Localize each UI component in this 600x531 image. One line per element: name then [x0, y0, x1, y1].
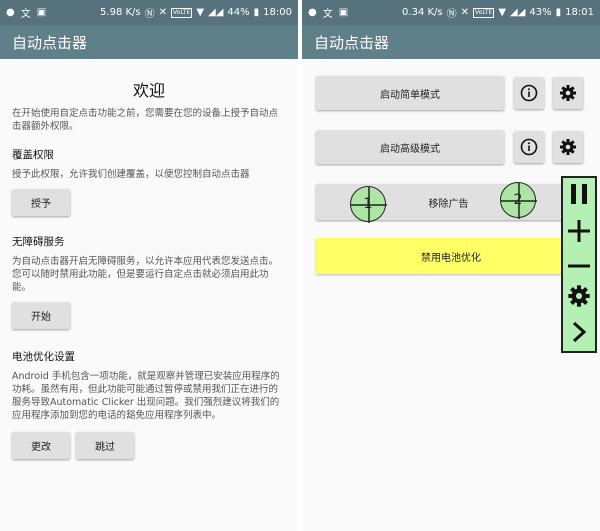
advanced-settings-button[interactable]: [553, 131, 583, 163]
signal-icon: ◢◢: [208, 7, 224, 18]
status-bar: ● 文 ▣ 0.34 K/s Ⓝ ✕ VoLTE ▼ ◢◢ 43% ▮ 18:0…: [302, 0, 600, 25]
target-number: 2: [513, 192, 523, 208]
translate-icon: 文: [322, 9, 333, 20]
right-screen: ● 文 ▣ 0.34 K/s Ⓝ ✕ VoLTE ▼ ◢◢ 43% ▮ 18:0…: [302, 0, 600, 531]
left-screen: ● 文 ▣ 5.98 K/s Ⓝ ✕ VoLTE ▼ ◢◢ 44% ▮ 18:0…: [0, 0, 298, 531]
info-icon: [520, 84, 538, 102]
click-target-2[interactable]: 2: [500, 182, 537, 219]
pause-icon: [571, 184, 587, 205]
click-target-1[interactable]: 1: [350, 186, 387, 223]
simple-info-button[interactable]: [514, 77, 544, 109]
wifi-icon: ▼: [498, 7, 507, 18]
image-icon: ▣: [338, 7, 349, 18]
gear-icon: [568, 285, 590, 307]
change-button[interactable]: 更改: [12, 432, 70, 459]
clock: 18:01: [565, 7, 594, 18]
simple-mode-button[interactable]: 启动简单模式: [316, 76, 504, 110]
floating-control-panel: [561, 176, 597, 353]
plus-icon: [568, 220, 590, 243]
advanced-info-button[interactable]: [514, 131, 544, 163]
battery-desc: Android 手机包含一项功能，就是观察并管理已安装应用程序的功耗。虽然有用，…: [12, 371, 280, 421]
grant-button[interactable]: 授予: [12, 189, 70, 216]
info-icon: [520, 138, 538, 156]
nfc-icon: Ⓝ: [144, 9, 155, 20]
status-bar: ● 文 ▣ 5.98 K/s Ⓝ ✕ VoLTE ▼ ◢◢ 44% ▮ 18:0…: [0, 0, 298, 25]
welcome-heading: 欢迎: [132, 81, 165, 100]
volte-badge: VoLTE: [171, 7, 193, 18]
app-title: 自动点击器: [12, 33, 88, 52]
battery-title: 电池优化设置: [12, 351, 75, 363]
skip-button[interactable]: 跳过: [76, 432, 134, 459]
app-bar: 自动点击器: [302, 25, 600, 59]
collapse-panel-button[interactable]: [571, 321, 587, 347]
chat-icon: ●: [6, 7, 15, 18]
nfc-icon: Ⓝ: [446, 9, 457, 20]
gear-icon: [560, 139, 576, 155]
volte-badge: VoLTE: [473, 7, 495, 18]
accessibility-desc: 为自动点击器开启无障碍服务，以允许本应用代表您发送点击。您可以随时禁用此功能，但…: [12, 256, 279, 293]
minus-icon: [568, 264, 590, 268]
start-button[interactable]: 开始: [12, 302, 70, 329]
app-bar: 自动点击器: [0, 25, 298, 59]
battery-level: 43%: [529, 7, 552, 18]
network-speed: 5.98 K/s: [100, 7, 141, 18]
battery-icon: ▮: [253, 7, 260, 18]
simple-settings-button[interactable]: [553, 77, 583, 109]
chevron-right-icon: [572, 321, 587, 342]
signal-icon: ◢◢: [510, 7, 526, 18]
clock: 18:00: [263, 7, 292, 18]
image-icon: ▣: [36, 7, 47, 18]
battery-icon: ▮: [555, 7, 562, 18]
mute-icon: ✕: [158, 7, 168, 18]
translate-icon: 文: [20, 9, 31, 20]
remove-target-button[interactable]: [567, 256, 591, 275]
accessibility-title: 无障碍服务: [12, 236, 65, 248]
wifi-icon: ▼: [196, 7, 205, 18]
battery-level: 44%: [227, 7, 250, 18]
pause-button[interactable]: [568, 182, 590, 210]
gear-icon: [560, 85, 576, 101]
advanced-mode-button[interactable]: 启动高级模式: [316, 130, 504, 164]
chat-icon: ●: [308, 7, 317, 18]
permissions-content: 欢迎 在开始使用自定点击功能之前，您需要在您的设备上授予自动点击器额外权限。 覆…: [0, 59, 298, 469]
overlay-desc: 授予此权限，允许我们创建覆盖，以便您控制自动点击器: [12, 169, 250, 180]
network-speed: 0.34 K/s: [402, 7, 443, 18]
target-number: 1: [363, 196, 373, 212]
app-title: 自动点击器: [314, 33, 390, 52]
add-target-button[interactable]: [567, 219, 591, 247]
intro-text: 在开始使用自定点击功能之前，您需要在您的设备上授予自动点击器额外权限。: [12, 108, 279, 132]
panel-settings-button[interactable]: [567, 284, 591, 312]
disable-battery-optimization-button[interactable]: 禁用电池优化: [316, 238, 586, 274]
overlay-title: 覆盖权限: [12, 149, 54, 161]
mute-icon: ✕: [460, 7, 470, 18]
